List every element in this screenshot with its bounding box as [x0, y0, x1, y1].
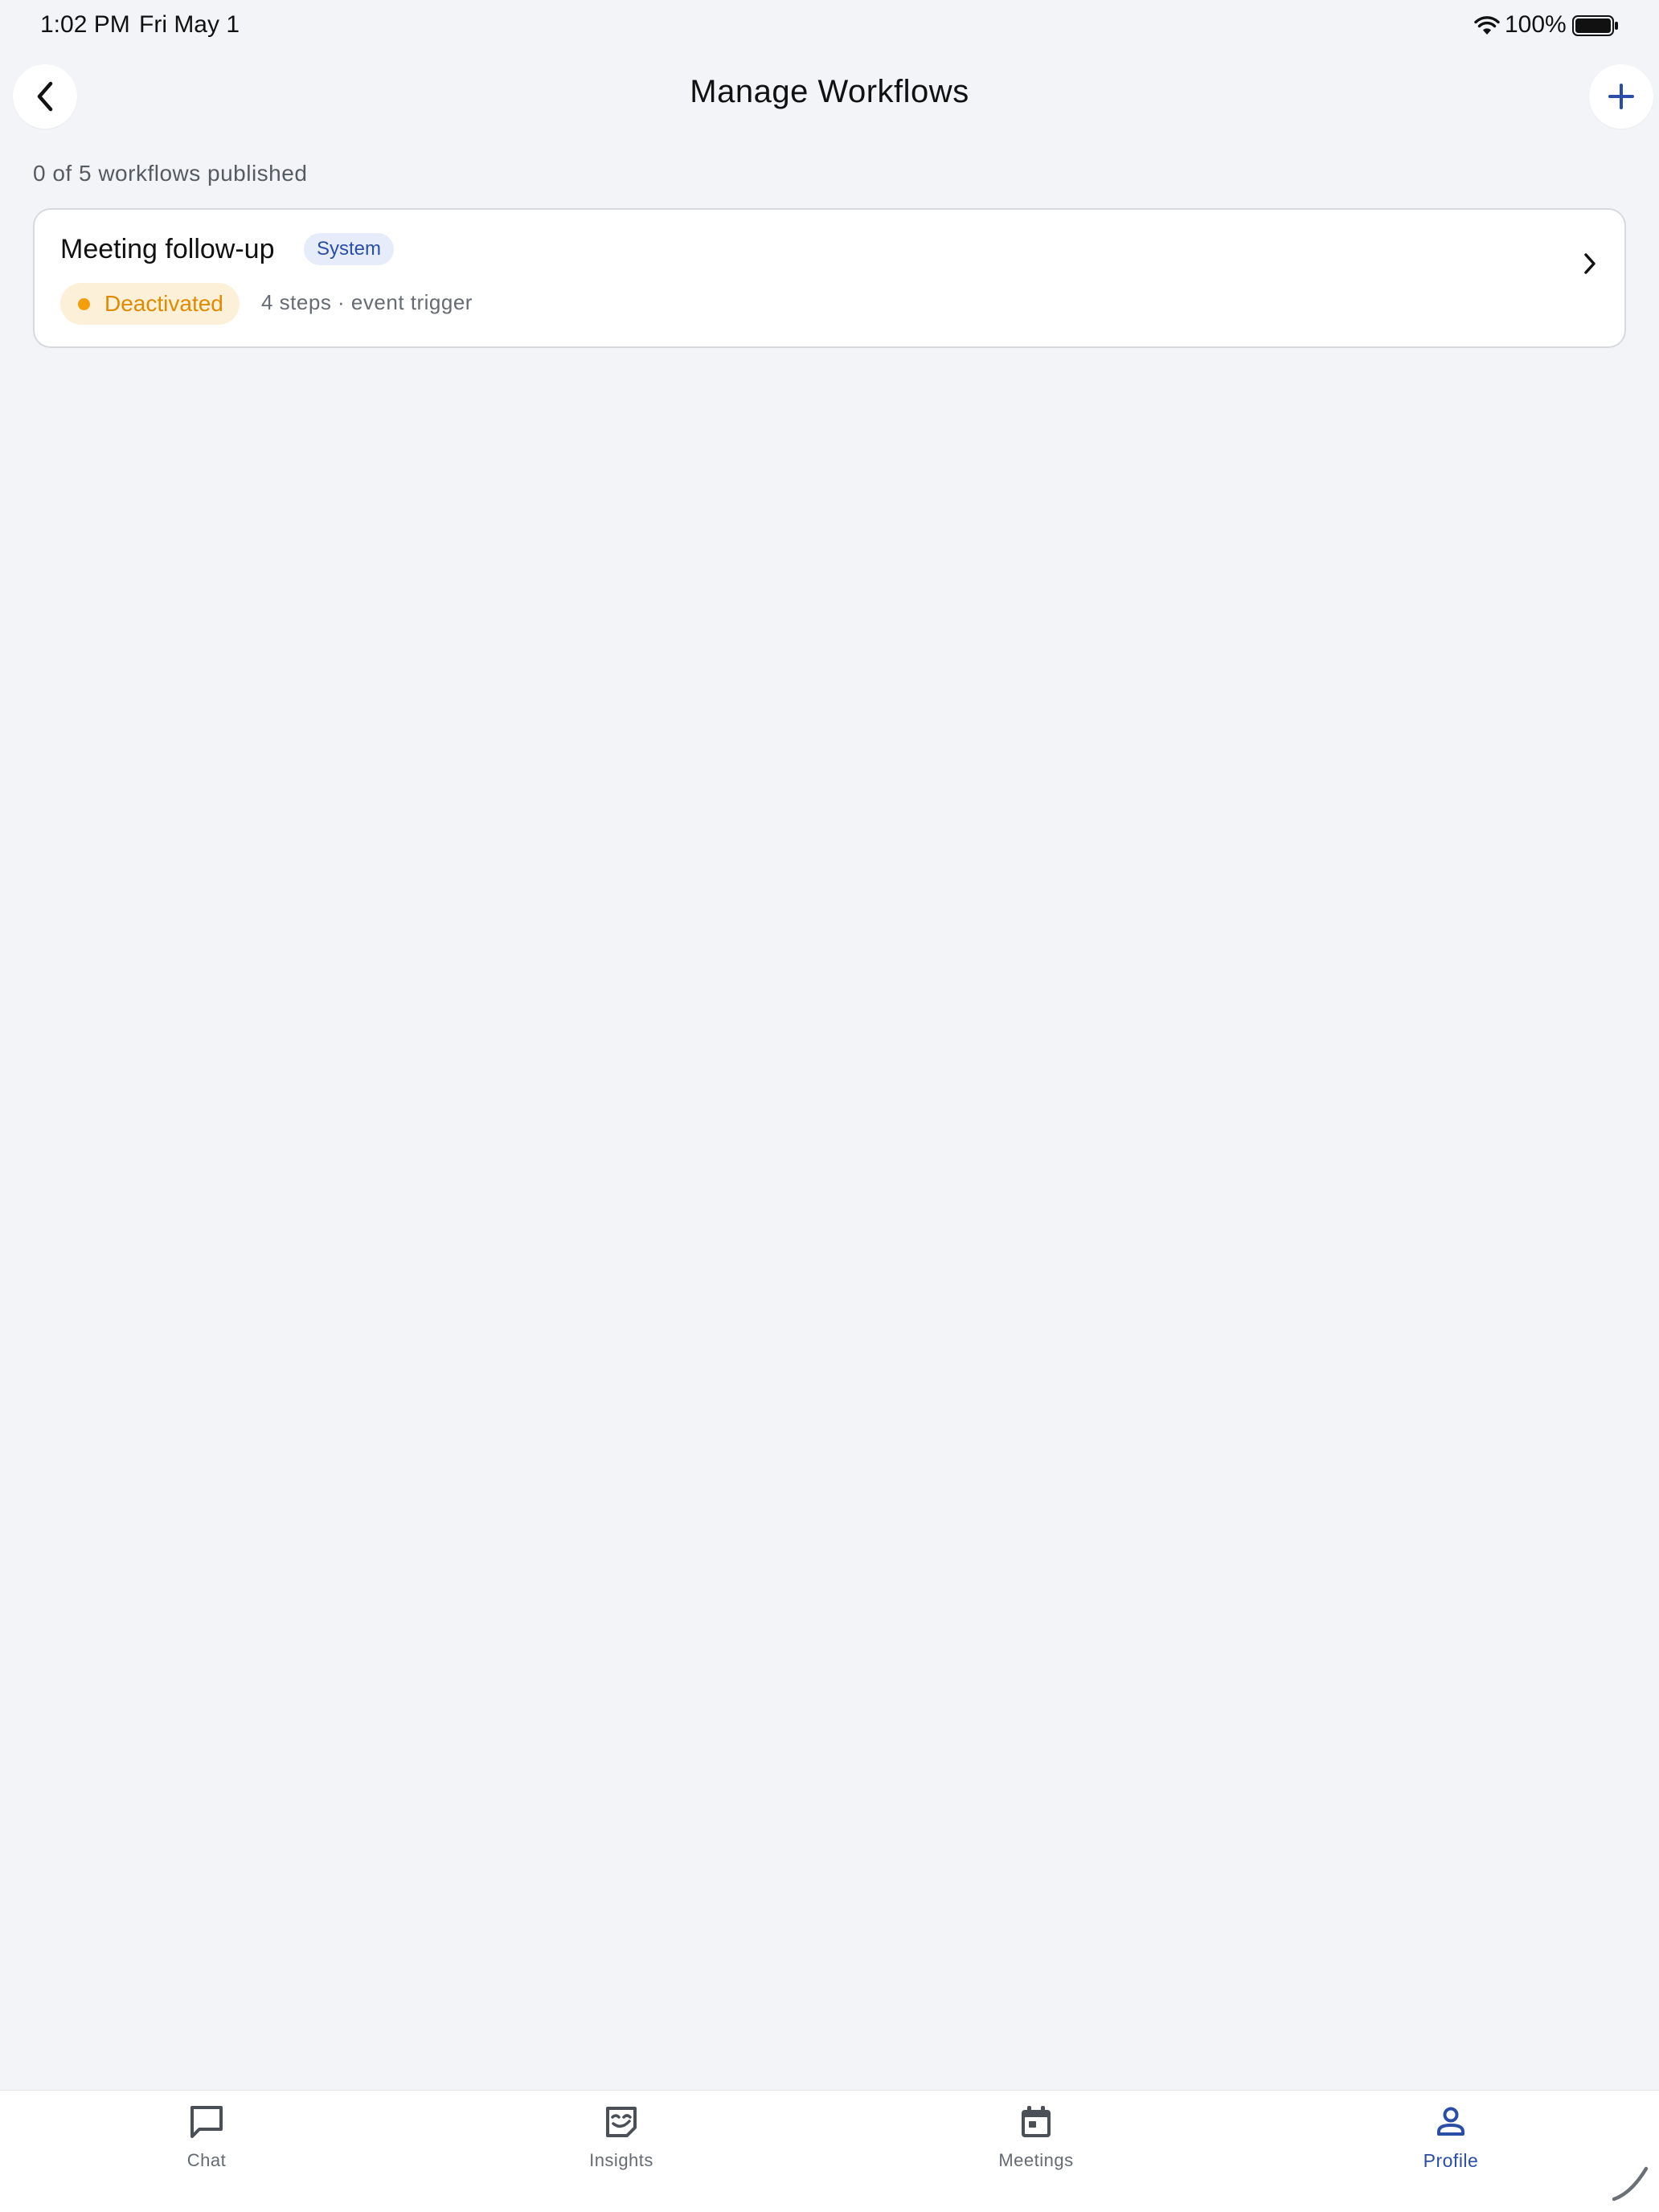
- status-dot: [78, 297, 90, 310]
- wifi-icon: [1474, 15, 1500, 40]
- tab-label-profile: Profile: [1423, 2150, 1479, 2171]
- battery-percentage: 100%: [1505, 11, 1567, 38]
- page-title: Manage Workflows: [690, 74, 969, 109]
- plus-icon: [1608, 84, 1634, 109]
- tab-bar: Chat Insights Meetings Profile: [0, 2090, 1659, 2212]
- tab-meetings[interactable]: Meetings: [916, 2091, 1157, 2187]
- workflow-card[interactable]: Meeting follow-up System Deactivated 4 s…: [33, 208, 1626, 348]
- chevron-right-icon: [1582, 252, 1598, 280]
- profile-icon: [1432, 2102, 1469, 2142]
- status-date: Fri May 1: [139, 11, 240, 38]
- insights-icon: [603, 2102, 640, 2142]
- tab-chat[interactable]: Chat: [86, 2091, 327, 2187]
- workflow-title: Meeting follow-up: [60, 234, 275, 264]
- status-label: Deactivated: [104, 291, 223, 316]
- workflow-meta: 4 steps · event trigger: [261, 290, 473, 314]
- tab-insights[interactable]: Insights: [501, 2091, 742, 2187]
- tab-label-meetings: Meetings: [998, 2150, 1074, 2170]
- status-badge: Deactivated: [60, 283, 240, 325]
- tab-label-chat: Chat: [186, 2150, 227, 2170]
- add-workflow-button[interactable]: [1589, 64, 1653, 129]
- tab-profile[interactable]: Profile: [1330, 2091, 1571, 2187]
- status-time: 1:02 PM: [40, 11, 130, 38]
- pencil-stroke-icon: [1611, 2162, 1651, 2206]
- header: Manage Workflows: [0, 51, 1659, 140]
- battery-icon: [1572, 15, 1619, 40]
- calendar-icon: [1018, 2102, 1055, 2142]
- system-badge: System: [304, 233, 395, 265]
- tab-label-insights: Insights: [589, 2150, 653, 2170]
- status-bar: 1:02 PM Fri May 1 100%: [0, 0, 1659, 51]
- published-count: 0 of 5 workflows published: [33, 161, 308, 186]
- chat-icon: [188, 2102, 225, 2142]
